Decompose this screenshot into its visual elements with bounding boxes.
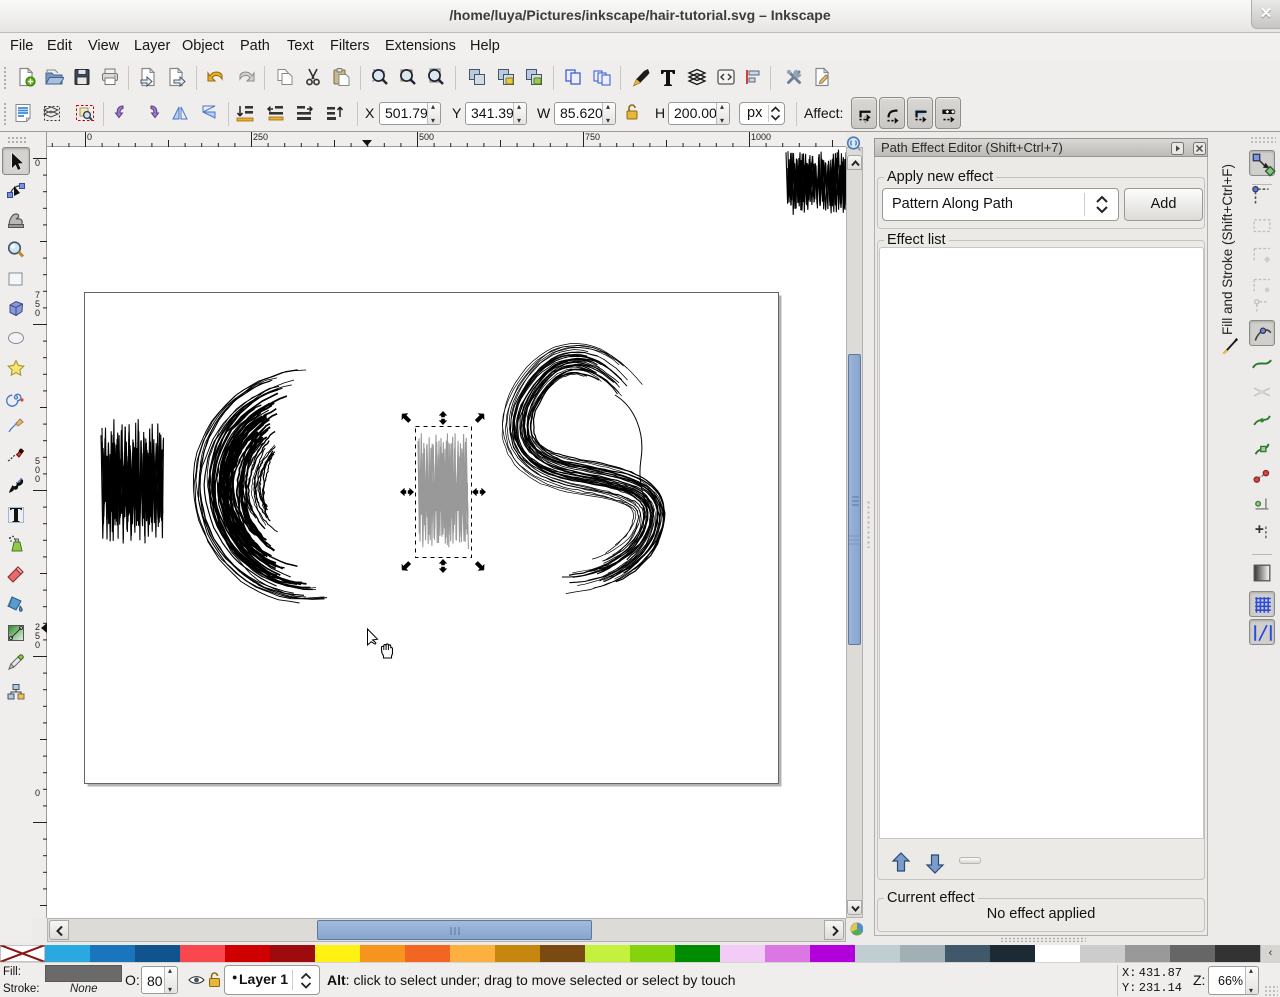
svg-text:1000: 1000 xyxy=(751,132,771,142)
svg-text:250: 250 xyxy=(253,132,268,142)
svg-text:750: 750 xyxy=(585,132,600,142)
svg-text:0: 0 xyxy=(35,158,40,168)
svg-text:500: 500 xyxy=(419,132,434,142)
svg-text:0: 0 xyxy=(35,788,40,798)
svg-text:0: 0 xyxy=(35,308,40,318)
svg-text:0: 0 xyxy=(87,132,92,142)
svg-text:0: 0 xyxy=(35,474,40,484)
svg-text:0: 0 xyxy=(35,640,40,650)
